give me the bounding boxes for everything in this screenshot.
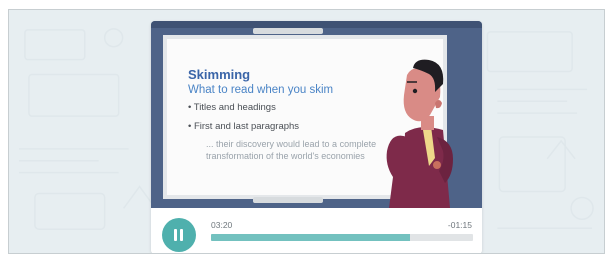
background-frame: Skimming What to read when you skim • Ti… <box>8 9 605 254</box>
progress-fill <box>211 234 411 241</box>
pause-bar-left <box>174 229 177 241</box>
play-pause-button[interactable] <box>162 218 196 252</box>
remaining-time: -01:15 <box>447 220 472 230</box>
current-time: 03:20 <box>211 220 233 230</box>
player-controls: 03:20 -01:15 <box>151 208 482 253</box>
video-player-card: Skimming What to read when you skim • Ti… <box>151 21 482 253</box>
presenter-illustration <box>386 59 453 208</box>
pause-bar-right <box>180 229 183 241</box>
progress-track[interactable] <box>211 234 473 241</box>
video-frame[interactable]: Skimming What to read when you skim • Ti… <box>151 21 482 208</box>
